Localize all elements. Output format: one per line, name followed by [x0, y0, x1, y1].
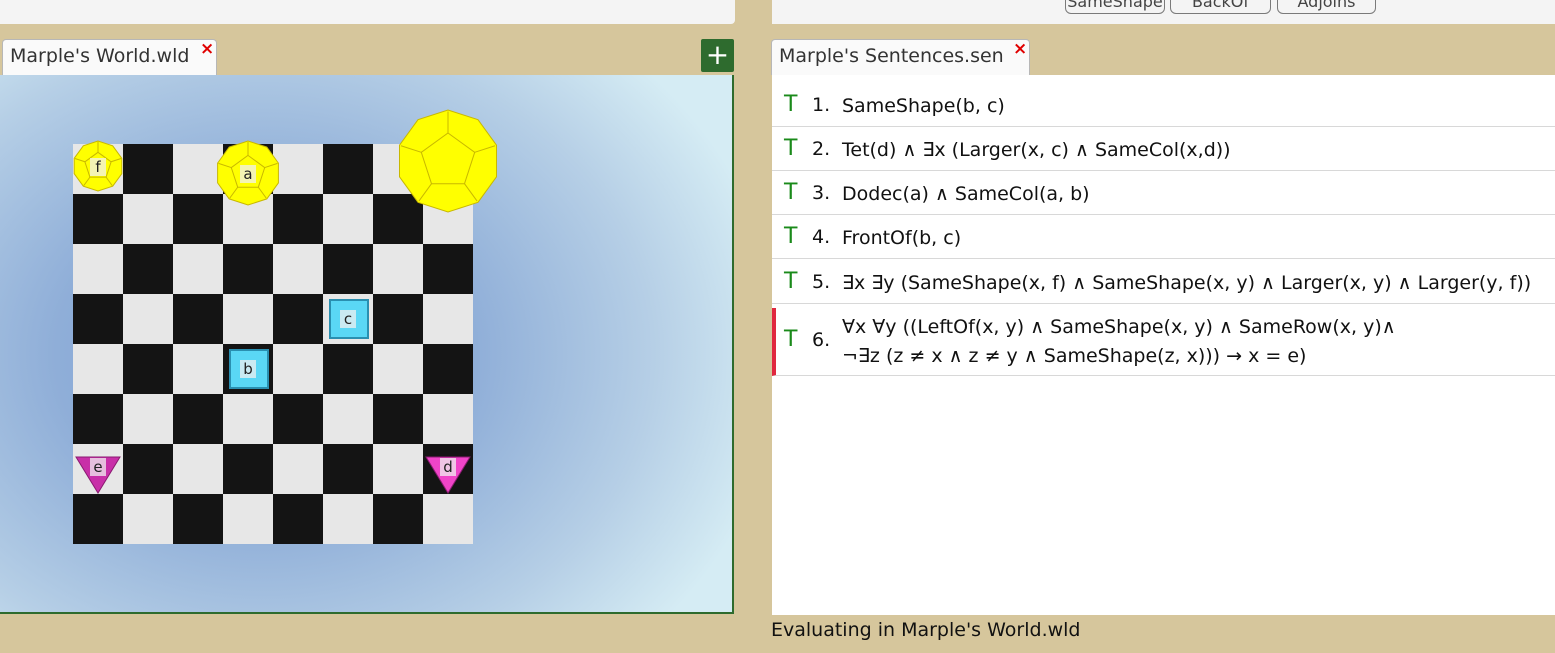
truth-value: T — [784, 136, 798, 161]
tab-sentences[interactable]: Marple's Sentences.sen × — [771, 39, 1030, 75]
truth-value: T — [784, 180, 798, 205]
sentence-row[interactable]: T 4. FrontOf(b, c) — [772, 219, 1555, 259]
tab-sentences-label: Marple's Sentences.sen — [779, 45, 1004, 67]
sentence-number: 4. — [812, 226, 831, 248]
adjoins-button[interactable]: Adjoins — [1277, 0, 1376, 14]
sentence-toolbar-strip: SameShape BackOf Adjoins — [772, 0, 1555, 24]
sentence-number: 5. — [812, 270, 831, 293]
sameshape-button[interactable]: SameShape — [1065, 0, 1165, 14]
truth-value: T — [784, 268, 798, 294]
world-view[interactable]: f a c b e d — [0, 75, 734, 614]
sentence-number: 1. — [812, 94, 831, 116]
sentence-row[interactable]: T 1. SameShape(b, c) — [772, 87, 1555, 127]
tab-world[interactable]: Marple's World.wld × — [2, 39, 217, 75]
sentence-list: T 1. SameShape(b, c) T 2. Tet(d) ∧ ∃x (Larger… — [772, 75, 1555, 615]
formula-line: ∃x ∃y (SameShape(x, f) ∧ SameShape(x, y)… — [842, 271, 1532, 294]
object-label-e: e — [90, 458, 106, 476]
formula-line: Tet(d) ∧ ∃x (Larger(x, c) ∧ SameCol(x,d)… — [842, 139, 1231, 161]
formula-line: SameShape(b, c) — [842, 95, 1005, 117]
truth-value: T — [784, 92, 798, 117]
sentence-row[interactable]: T 3. Dodec(a) ∧ SameCol(a, b) — [772, 175, 1555, 215]
object-dodec-2[interactable] — [399, 109, 497, 213]
object-label-c: c — [340, 310, 356, 328]
truth-value: T — [784, 224, 798, 249]
sentence-number: 6. — [812, 329, 831, 351]
sentence-formula[interactable]: ∃x ∃y (SameShape(x, f) ∧ SameShape(x, y)… — [842, 269, 1531, 298]
sentence-formula[interactable]: ∀x ∀y ((LeftOf(x, y) ∧ SameShape(x, y) ∧… — [842, 313, 1396, 371]
sentence-row[interactable]: T 6. ∀x ∀y ((LeftOf(x, y) ∧ SameShape(x, y… — [772, 308, 1555, 376]
close-icon[interactable]: × — [200, 39, 214, 59]
formula-line: ¬∃z (z ≠ x ∧ z ≠ y ∧ SameShape(z, x))) →… — [842, 345, 1307, 367]
world-toolbar-strip — [0, 0, 735, 24]
sentence-formula[interactable]: Tet(d) ∧ ∃x (Larger(x, c) ∧ SameCol(x,d)… — [842, 136, 1231, 165]
object-label-a: a — [240, 165, 256, 183]
world-objects — [73, 109, 497, 494]
sentence-number: 2. — [812, 138, 831, 160]
tab-world-label: Marple's World.wld — [10, 45, 190, 67]
formula-line: FrontOf(b, c) — [842, 227, 962, 249]
close-icon[interactable]: × — [1013, 39, 1027, 59]
add-world-button[interactable]: + — [701, 39, 734, 72]
truth-value: T — [784, 327, 798, 352]
sentence-number: 3. — [812, 182, 831, 204]
sentence-row[interactable]: T 5. ∃x ∃y (SameShape(x, f) ∧ SameShape(x,… — [772, 263, 1555, 304]
backof-button[interactable]: BackOf — [1170, 0, 1271, 14]
object-label-d: d — [440, 458, 456, 476]
sentence-row[interactable]: T 2. Tet(d) ∧ ∃x (Larger(x, c) ∧ SameCol(x… — [772, 131, 1555, 171]
status-text: Evaluating in Marple's World.wld — [771, 619, 1081, 641]
formula-line: ∀x ∀y ((LeftOf(x, y) ∧ SameShape(x, y) ∧… — [842, 316, 1396, 338]
sentence-formula[interactable]: Dodec(a) ∧ SameCol(a, b) — [842, 180, 1090, 209]
formula-line: Dodec(a) ∧ SameCol(a, b) — [842, 183, 1090, 205]
object-label-b: b — [240, 360, 256, 378]
object-label-f: f — [90, 158, 106, 176]
sentence-formula[interactable]: SameShape(b, c) — [842, 92, 1005, 121]
sentence-formula[interactable]: FrontOf(b, c) — [842, 224, 961, 253]
